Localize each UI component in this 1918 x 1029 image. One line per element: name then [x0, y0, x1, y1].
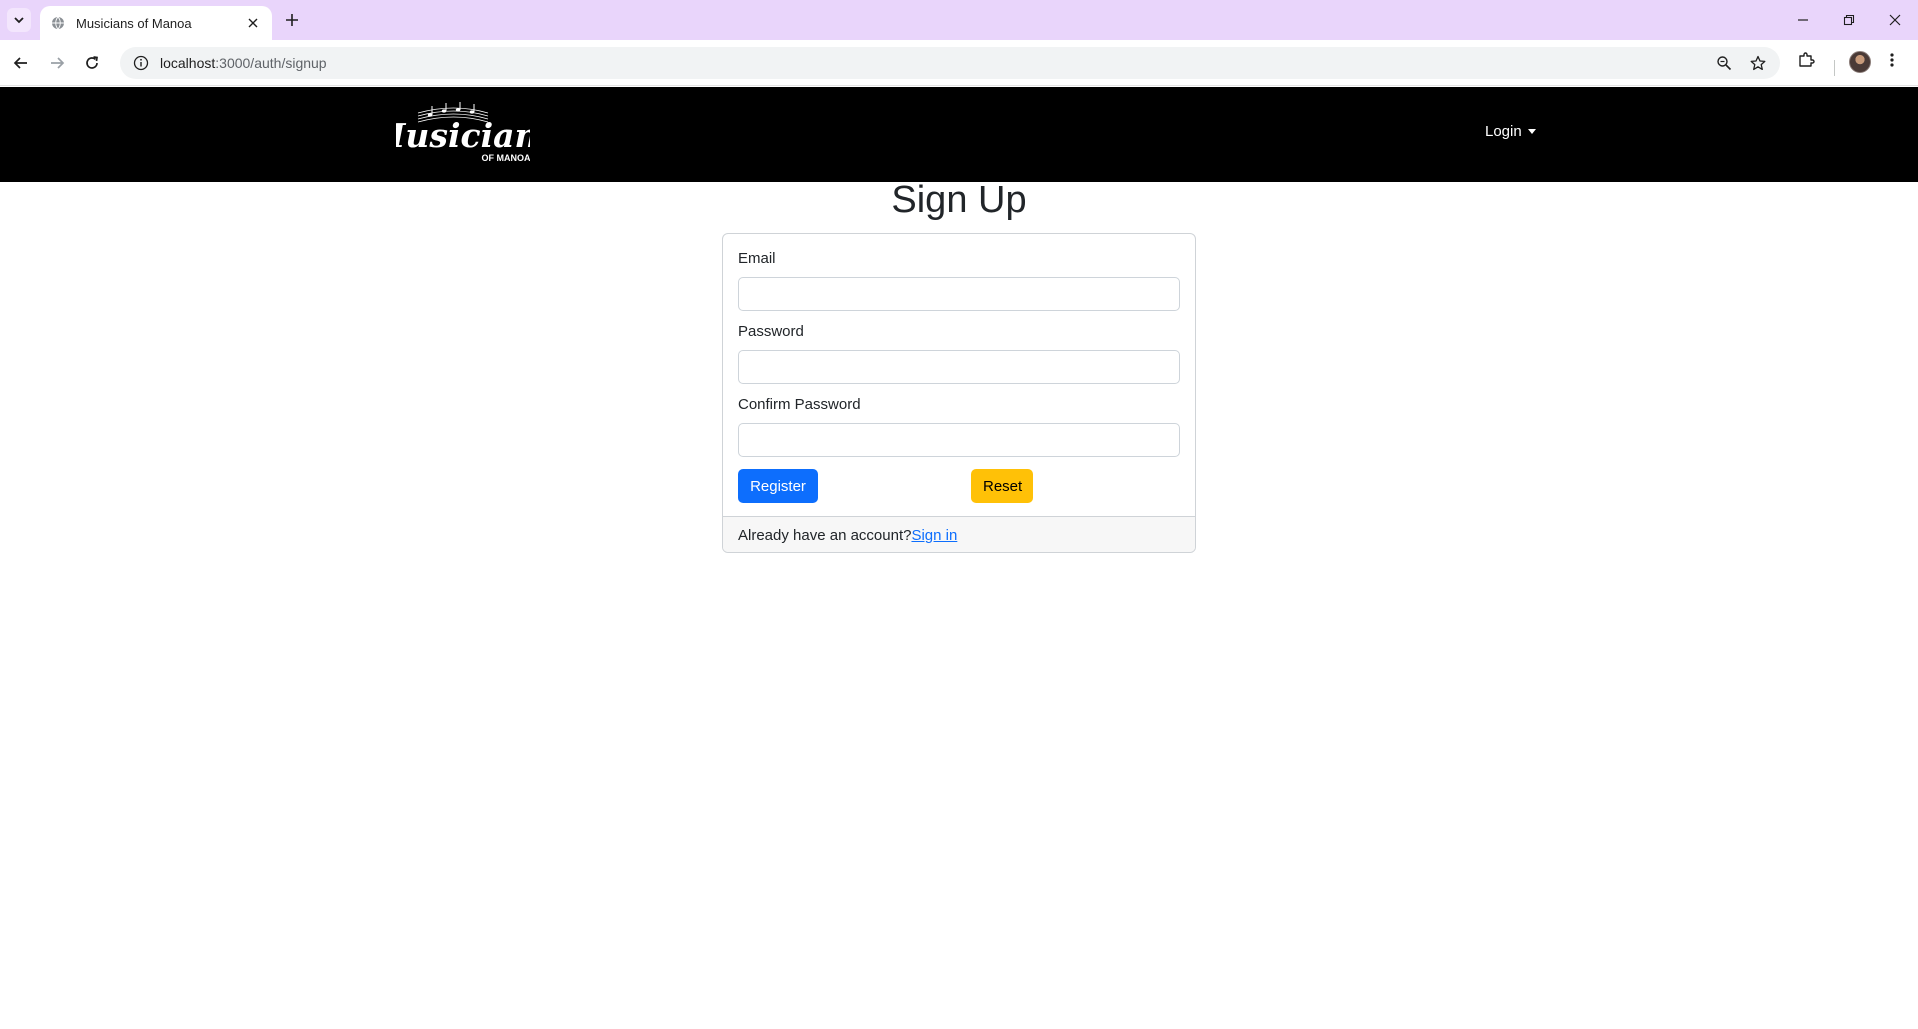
puzzle-icon	[1799, 52, 1815, 67]
email-field[interactable]	[738, 277, 1180, 311]
avatar	[1849, 51, 1871, 73]
forward-button[interactable]	[45, 51, 69, 75]
more-vertical-icon	[1890, 53, 1894, 67]
signup-card: Email Password Confirm Password Register…	[722, 233, 1196, 553]
toolbar-divider	[1834, 60, 1835, 76]
plus-icon	[286, 14, 298, 26]
arrow-left-icon	[13, 57, 27, 69]
browser-menu-button[interactable]	[1889, 51, 1895, 69]
zoom-icon[interactable]	[1714, 53, 1734, 73]
minimize-icon	[1798, 19, 1808, 21]
brand-logo[interactable]: Musicians OF MANOA	[368, 101, 557, 167]
close-icon	[1889, 14, 1901, 26]
arrow-right-icon	[51, 57, 65, 69]
password-label: Password	[738, 323, 804, 340]
profile-button[interactable]	[1849, 51, 1871, 73]
email-label: Email	[738, 250, 776, 267]
url-text: localhost:3000/auth/signup	[160, 55, 1714, 71]
site-navbar: Musicians OF MANOA Login	[0, 87, 1918, 182]
page-title: Sign Up	[891, 179, 1027, 221]
caret-down-icon	[1527, 129, 1536, 134]
tab-search-button[interactable]	[7, 8, 31, 32]
tab-title: Musicians of Manoa	[76, 15, 192, 31]
login-label: Login	[1485, 123, 1522, 140]
bookmark-star-icon[interactable]	[1748, 53, 1768, 73]
globe-icon	[50, 15, 66, 31]
signin-prompt: Already have an account?	[738, 527, 912, 544]
browser-tab-bar: Musicians of Manoa	[0, 0, 1918, 40]
chevron-down-icon	[14, 17, 24, 24]
url-host: localhost	[160, 55, 216, 71]
url-path: :3000/auth/signup	[215, 55, 327, 71]
reload-button[interactable]	[80, 51, 104, 75]
register-button[interactable]: Register	[738, 469, 818, 503]
restore-button[interactable]	[1826, 0, 1872, 40]
confirm-password-field[interactable]	[738, 423, 1180, 457]
site-info-icon[interactable]	[132, 54, 150, 72]
close-tab-icon[interactable]	[244, 14, 262, 32]
close-window-button[interactable]	[1872, 0, 1918, 40]
brand-main-text: Musicians	[396, 116, 530, 155]
signin-link[interactable]: Sign in	[911, 527, 957, 544]
new-tab-button[interactable]	[282, 10, 302, 30]
signup-form: Email Password Confirm Password Register…	[723, 234, 1195, 516]
brand-sub-text: OF MANOA	[482, 153, 531, 163]
minimize-button[interactable]	[1780, 0, 1826, 40]
page-content: Musicians OF MANOA Login Sign Up Email P…	[0, 87, 1918, 1029]
window-controls	[1780, 0, 1918, 40]
extensions-button[interactable]	[1797, 51, 1815, 69]
music-staff-icon: Musicians OF MANOA	[368, 102, 557, 163]
browser-tab-active[interactable]: Musicians of Manoa	[40, 6, 272, 40]
reset-button[interactable]: Reset	[971, 469, 1033, 503]
back-button[interactable]	[9, 51, 33, 75]
login-dropdown[interactable]: Login	[1485, 123, 1536, 140]
address-bar[interactable]: localhost:3000/auth/signup	[120, 47, 1780, 79]
form-actions: Register Reset	[738, 469, 1180, 509]
reload-icon	[86, 56, 98, 69]
confirm-password-label: Confirm Password	[738, 396, 861, 413]
card-footer: Already have an account? Sign in	[723, 516, 1195, 552]
browser-toolbar: localhost:3000/auth/signup	[0, 40, 1918, 86]
restore-icon	[1843, 14, 1855, 26]
password-field[interactable]	[738, 350, 1180, 384]
